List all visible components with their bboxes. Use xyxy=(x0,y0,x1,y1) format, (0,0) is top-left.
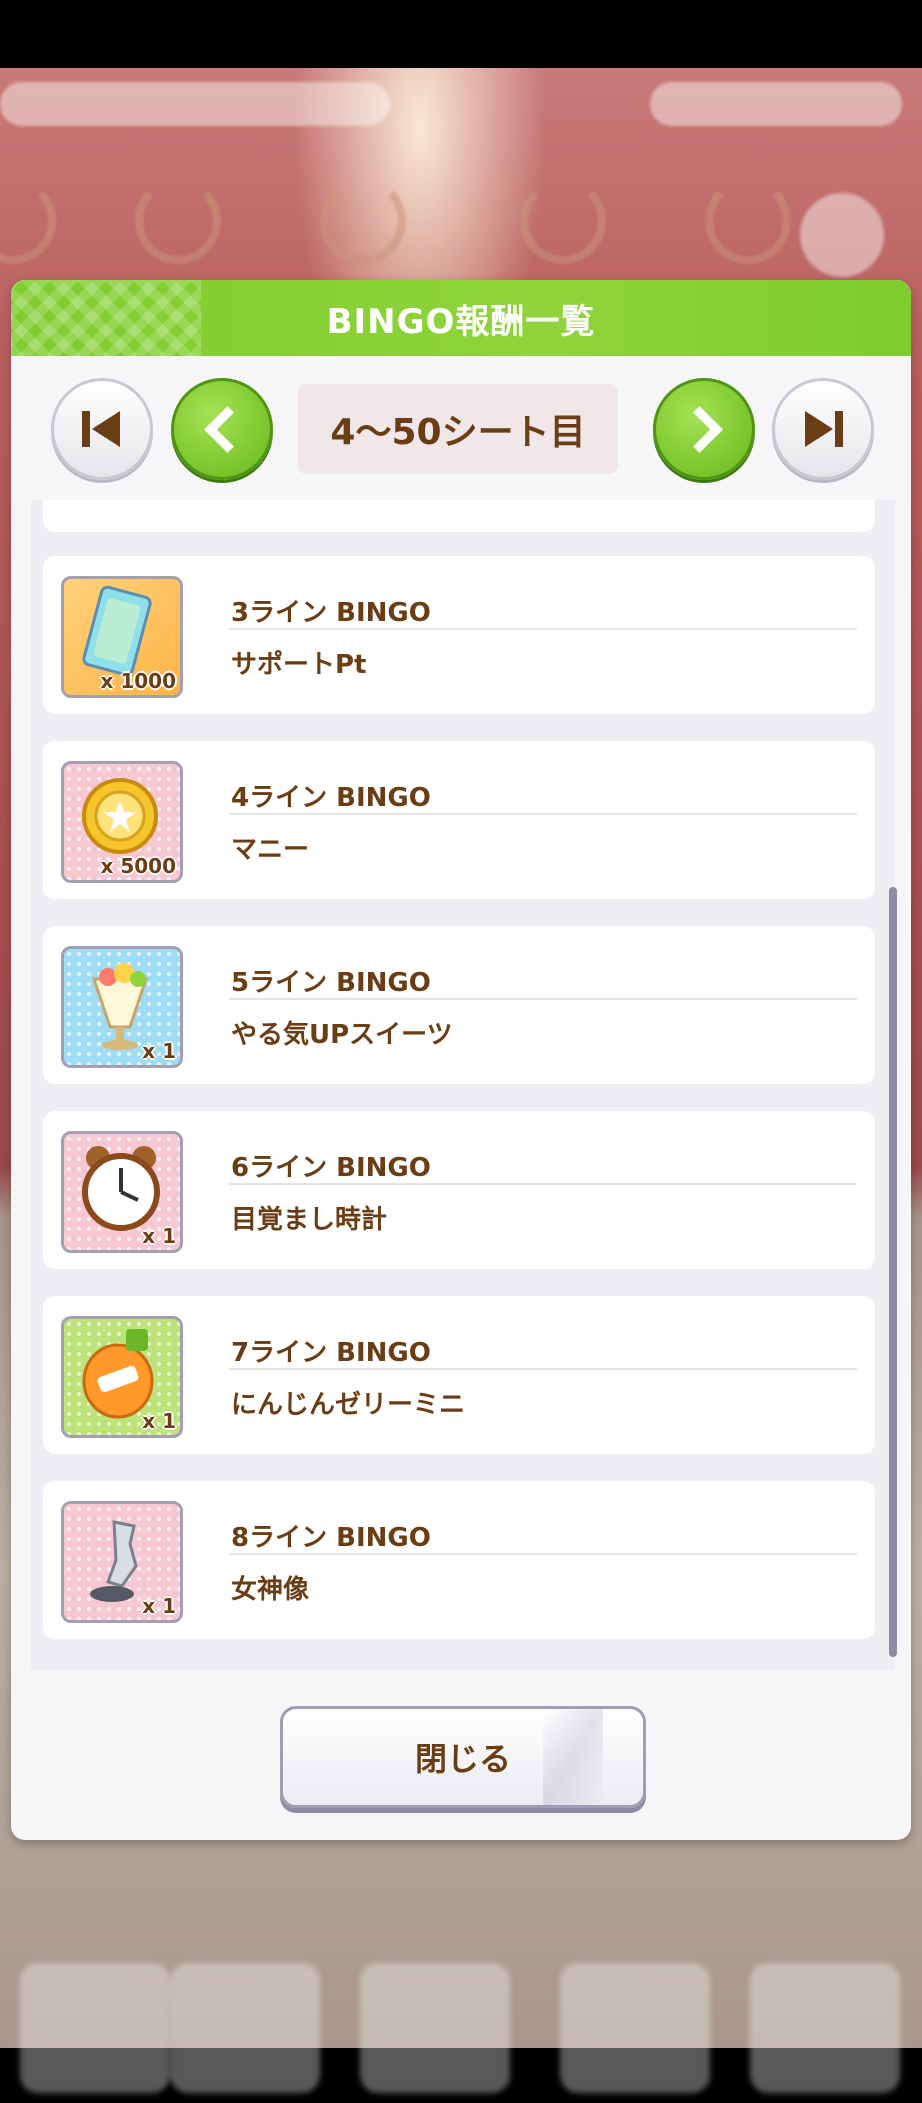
bingo-line-label: 7ライン BINGO xyxy=(231,1338,431,1368)
header-pattern xyxy=(11,280,201,356)
button-sheen xyxy=(543,1709,603,1805)
list-item xyxy=(43,500,875,532)
scrollbar[interactable] xyxy=(889,512,897,1660)
nav-slot xyxy=(20,1963,170,2093)
previous-page-button[interactable] xyxy=(171,378,273,480)
reward-name: やる気UPスイーツ xyxy=(231,1020,453,1050)
reward-name: 目覚まし時計 xyxy=(231,1205,388,1235)
wreath-decoration xyxy=(135,178,221,264)
alarm-clock-icon: x 1 xyxy=(61,1131,183,1253)
item-quantity: x 1 xyxy=(142,1594,176,1618)
carrot-jelly-icon: x 1 xyxy=(61,1316,183,1438)
reward-list[interactable]: x 1000 3ライン BINGO サポートPt x 5000 4ライン BIN… xyxy=(31,500,895,1670)
divider xyxy=(229,813,857,815)
dialog-header: BINGO報酬一覧 xyxy=(11,280,911,356)
divider xyxy=(229,1183,857,1185)
scrollbar-thumb[interactable] xyxy=(889,887,897,1657)
divider xyxy=(229,628,857,630)
list-item: x 1000 3ライン BINGO サポートPt xyxy=(43,556,875,714)
close-button-label: 閉じる xyxy=(414,1740,511,1778)
blurred-currency-counter xyxy=(650,82,902,126)
nav-slot xyxy=(560,1963,710,2093)
dialog-title: BINGO報酬一覧 xyxy=(326,301,596,342)
bingo-line-label: 3ライン BINGO xyxy=(231,598,431,628)
first-page-button[interactable] xyxy=(51,378,153,480)
goddess-statue-icon: x 1 xyxy=(61,1501,183,1623)
nav-slot xyxy=(170,1963,320,2093)
wreath-decoration xyxy=(705,178,791,264)
close-button[interactable]: 閉じる xyxy=(280,1706,646,1808)
wreath-decoration xyxy=(320,178,406,264)
next-page-button[interactable] xyxy=(653,378,755,480)
bingo-line-label: 6ライン BINGO xyxy=(231,1153,431,1183)
bingo-rewards-dialog: BINGO報酬一覧 4〜50シート目 x 1000 3ライン BINGO サポー… xyxy=(11,280,911,1840)
item-quantity: x 5000 xyxy=(100,854,176,878)
last-page-button[interactable] xyxy=(772,378,874,480)
wreath-decoration xyxy=(520,178,606,264)
money-coin-icon: x 5000 xyxy=(61,761,183,883)
nav-slot xyxy=(360,1963,510,2093)
list-item: x 1 5ライン BINGO やる気UPスイーツ xyxy=(43,926,875,1084)
reward-name: サポートPt xyxy=(231,650,367,680)
item-quantity: x 1 xyxy=(142,1039,176,1063)
item-quantity: x 1 xyxy=(142,1409,176,1433)
parfait-sweets-icon: x 1 xyxy=(61,946,183,1068)
nav-slot xyxy=(750,1963,900,2093)
blurred-event-banner xyxy=(0,82,390,126)
chevron-right-icon xyxy=(675,405,723,453)
wreath-decoration xyxy=(0,178,56,264)
reward-name: 女神像 xyxy=(231,1575,310,1605)
system-status-bar xyxy=(0,0,922,68)
list-item: x 1 8ライン BINGO 女神像 xyxy=(43,1481,875,1639)
sheet-navigation: 4〜50シート目 xyxy=(11,356,911,496)
skip-first-icon xyxy=(82,411,122,447)
divider xyxy=(229,1553,857,1555)
bingo-line-label: 4ライン BINGO xyxy=(231,783,431,813)
reward-name: にんじんゼリーミニ xyxy=(231,1390,466,1420)
divider xyxy=(229,1368,857,1370)
item-quantity: x 1000 xyxy=(100,669,176,693)
list-item: x 5000 4ライン BINGO マニー xyxy=(43,741,875,899)
reward-name: マニー xyxy=(231,835,310,865)
support-pt-card-icon: x 1000 xyxy=(61,576,183,698)
skip-last-icon xyxy=(803,411,843,447)
sheet-range-label: 4〜50シート目 xyxy=(298,384,618,474)
blurred-bottom-nav xyxy=(20,1963,902,2103)
chevron-left-icon xyxy=(203,405,251,453)
list-item: x 1 6ライン BINGO 目覚まし時計 xyxy=(43,1111,875,1269)
item-quantity: x 1 xyxy=(142,1224,176,1248)
list-item: x 1 7ライン BINGO にんじんゼリーミニ xyxy=(43,1296,875,1454)
bingo-line-label: 5ライン BINGO xyxy=(231,968,431,998)
divider xyxy=(229,998,857,1000)
bingo-line-label: 8ライン BINGO xyxy=(231,1523,431,1553)
blurred-round-button xyxy=(800,193,884,277)
